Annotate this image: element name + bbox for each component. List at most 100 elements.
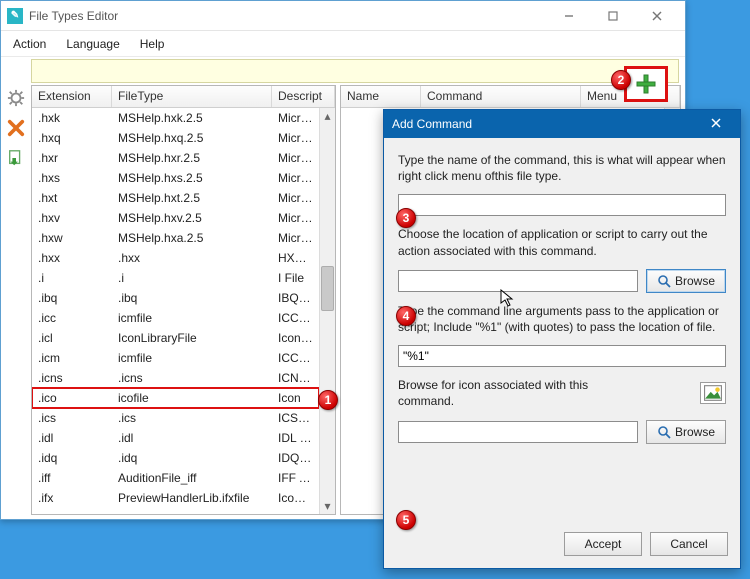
table-row[interactable]: .idl.idlIDL File: [32, 428, 319, 448]
dialog-text-icon: Browse for icon associated with this com…: [398, 377, 618, 409]
cell-extension: .ifx: [32, 491, 112, 505]
browse-location-button[interactable]: Browse: [646, 269, 726, 293]
maximize-button[interactable]: [591, 2, 635, 30]
table-row[interactable]: .icmicmfileICC Prof: [32, 348, 319, 368]
scroll-down-icon[interactable]: ▾: [320, 498, 335, 514]
menu-help[interactable]: Help: [140, 37, 165, 51]
command-name-input[interactable]: [398, 194, 726, 216]
cell-extension: .idl: [32, 431, 112, 445]
cell-extension: .hxk: [32, 111, 112, 125]
annotation-badge-2: 2: [611, 70, 631, 90]
cell-description: Microso: [272, 171, 319, 185]
close-button[interactable]: [635, 2, 679, 30]
dialog-text-location: Choose the location of application or sc…: [398, 226, 726, 258]
picture-icon: [704, 385, 722, 401]
table-row[interactable]: .icoicofileIcon: [32, 388, 319, 408]
export-icon[interactable]: [5, 147, 27, 169]
titlebar: ✎ File Types Editor: [1, 1, 685, 31]
cancel-button[interactable]: Cancel: [650, 532, 728, 556]
cell-description: ICC Prof: [272, 351, 319, 365]
cell-description: Microso: [272, 191, 319, 205]
cell-description: Microso: [272, 131, 319, 145]
browse-icon-button[interactable]: Browse: [646, 420, 726, 444]
cell-extension: .icns: [32, 371, 112, 385]
cell-extension: .icm: [32, 351, 112, 365]
search-icon: [657, 425, 671, 439]
cell-filetype: .ics: [112, 411, 272, 425]
menubar: Action Language Help: [1, 31, 685, 57]
table-row[interactable]: .hxsMSHelp.hxs.2.5Microso: [32, 168, 319, 188]
cell-description: Microso: [272, 231, 319, 245]
col-extension[interactable]: Extension: [32, 86, 112, 107]
accept-button[interactable]: Accept: [564, 532, 642, 556]
cell-description: Microso: [272, 211, 319, 225]
scroll-up-icon[interactable]: ▴: [320, 108, 335, 124]
cell-filetype: PreviewHandlerLib.ifxfile: [112, 491, 272, 505]
cell-description: I File: [272, 271, 319, 285]
cell-extension: .hxw: [32, 231, 112, 245]
add-command-button[interactable]: [624, 66, 668, 102]
table-row[interactable]: .icns.icnsICNS Fil: [32, 368, 319, 388]
command-args-input[interactable]: [398, 345, 726, 367]
cell-description: IDQ File: [272, 451, 319, 465]
cell-filetype: MSHelp.hxs.2.5: [112, 171, 272, 185]
table-row[interactable]: .ics.icsICS File: [32, 408, 319, 428]
cell-extension: .idq: [32, 451, 112, 465]
cell-filetype: .hxx: [112, 251, 272, 265]
icon-preview[interactable]: [700, 382, 726, 404]
gear-icon[interactable]: [5, 87, 27, 109]
cell-extension: .hxx: [32, 251, 112, 265]
delete-icon[interactable]: [5, 117, 27, 139]
command-icon-input[interactable]: [398, 421, 638, 443]
cell-filetype: .idq: [112, 451, 272, 465]
dialog-text-name: Type the name of the command, this is wh…: [398, 152, 726, 184]
table-row[interactable]: .hxvMSHelp.hxv.2.5Microso: [32, 208, 319, 228]
table-row[interactable]: .hxqMSHelp.hxq.2.5Microso: [32, 128, 319, 148]
cell-filetype: icmfile: [112, 311, 272, 325]
cell-description: Microso: [272, 151, 319, 165]
annotation-badge-5: 5: [396, 510, 416, 530]
cell-extension: .hxt: [32, 191, 112, 205]
cell-filetype: MSHelp.hxr.2.5: [112, 151, 272, 165]
left-scrollbar[interactable]: ▴ ▾: [319, 108, 335, 514]
table-row[interactable]: .iffAuditionFile_iffIFF Audi: [32, 468, 319, 488]
table-row[interactable]: .hxkMSHelp.hxk.2.5Microso: [32, 108, 319, 128]
cell-extension: .hxr: [32, 151, 112, 165]
table-row[interactable]: .hxtMSHelp.hxt.2.5Microso: [32, 188, 319, 208]
cell-description: IFF Audi: [272, 471, 319, 485]
cell-extension: .i: [32, 271, 112, 285]
window-title: File Types Editor: [29, 9, 547, 23]
cell-description: ICS File: [272, 411, 319, 425]
cell-filetype: .idl: [112, 431, 272, 445]
cell-extension: .icl: [32, 331, 112, 345]
command-location-input[interactable]: [398, 270, 638, 292]
table-row[interactable]: .hxwMSHelp.hxa.2.5Microso: [32, 228, 319, 248]
table-row[interactable]: .ifxPreviewHandlerLib.ifxfileIcoFX I: [32, 488, 319, 508]
table-row[interactable]: .hxx.hxxHXX File: [32, 248, 319, 268]
menu-action[interactable]: Action: [13, 37, 46, 51]
table-row[interactable]: .iclIconLibraryFileIcon Libr: [32, 328, 319, 348]
minimize-button[interactable]: [547, 2, 591, 30]
table-row[interactable]: .i.iI File: [32, 268, 319, 288]
table-row[interactable]: .hxrMSHelp.hxr.2.5Microso: [32, 148, 319, 168]
cell-description: ICC Prof: [272, 311, 319, 325]
cell-filetype: icmfile: [112, 351, 272, 365]
info-bar: [31, 59, 679, 83]
col-description[interactable]: Descript: [272, 86, 335, 107]
filetypes-list: Extension FileType Descript .hxkMSHelp.h…: [31, 85, 336, 515]
cell-description: Icon: [272, 391, 319, 405]
cell-extension: .hxv: [32, 211, 112, 225]
menu-language[interactable]: Language: [66, 37, 119, 51]
annotation-badge-1: 1: [318, 390, 338, 410]
col-command[interactable]: Command: [421, 86, 581, 107]
col-filetype[interactable]: FileType: [112, 86, 272, 107]
col-name[interactable]: Name: [341, 86, 421, 107]
cell-filetype: icofile: [112, 391, 272, 405]
plus-icon: [635, 73, 657, 95]
table-row[interactable]: .idq.idqIDQ File: [32, 448, 319, 468]
table-row[interactable]: .ibq.ibqIBQ File: [32, 288, 319, 308]
cell-filetype: .icns: [112, 371, 272, 385]
search-icon: [657, 274, 671, 288]
table-row[interactable]: .iccicmfileICC Prof: [32, 308, 319, 328]
dialog-close-button[interactable]: [700, 117, 732, 131]
